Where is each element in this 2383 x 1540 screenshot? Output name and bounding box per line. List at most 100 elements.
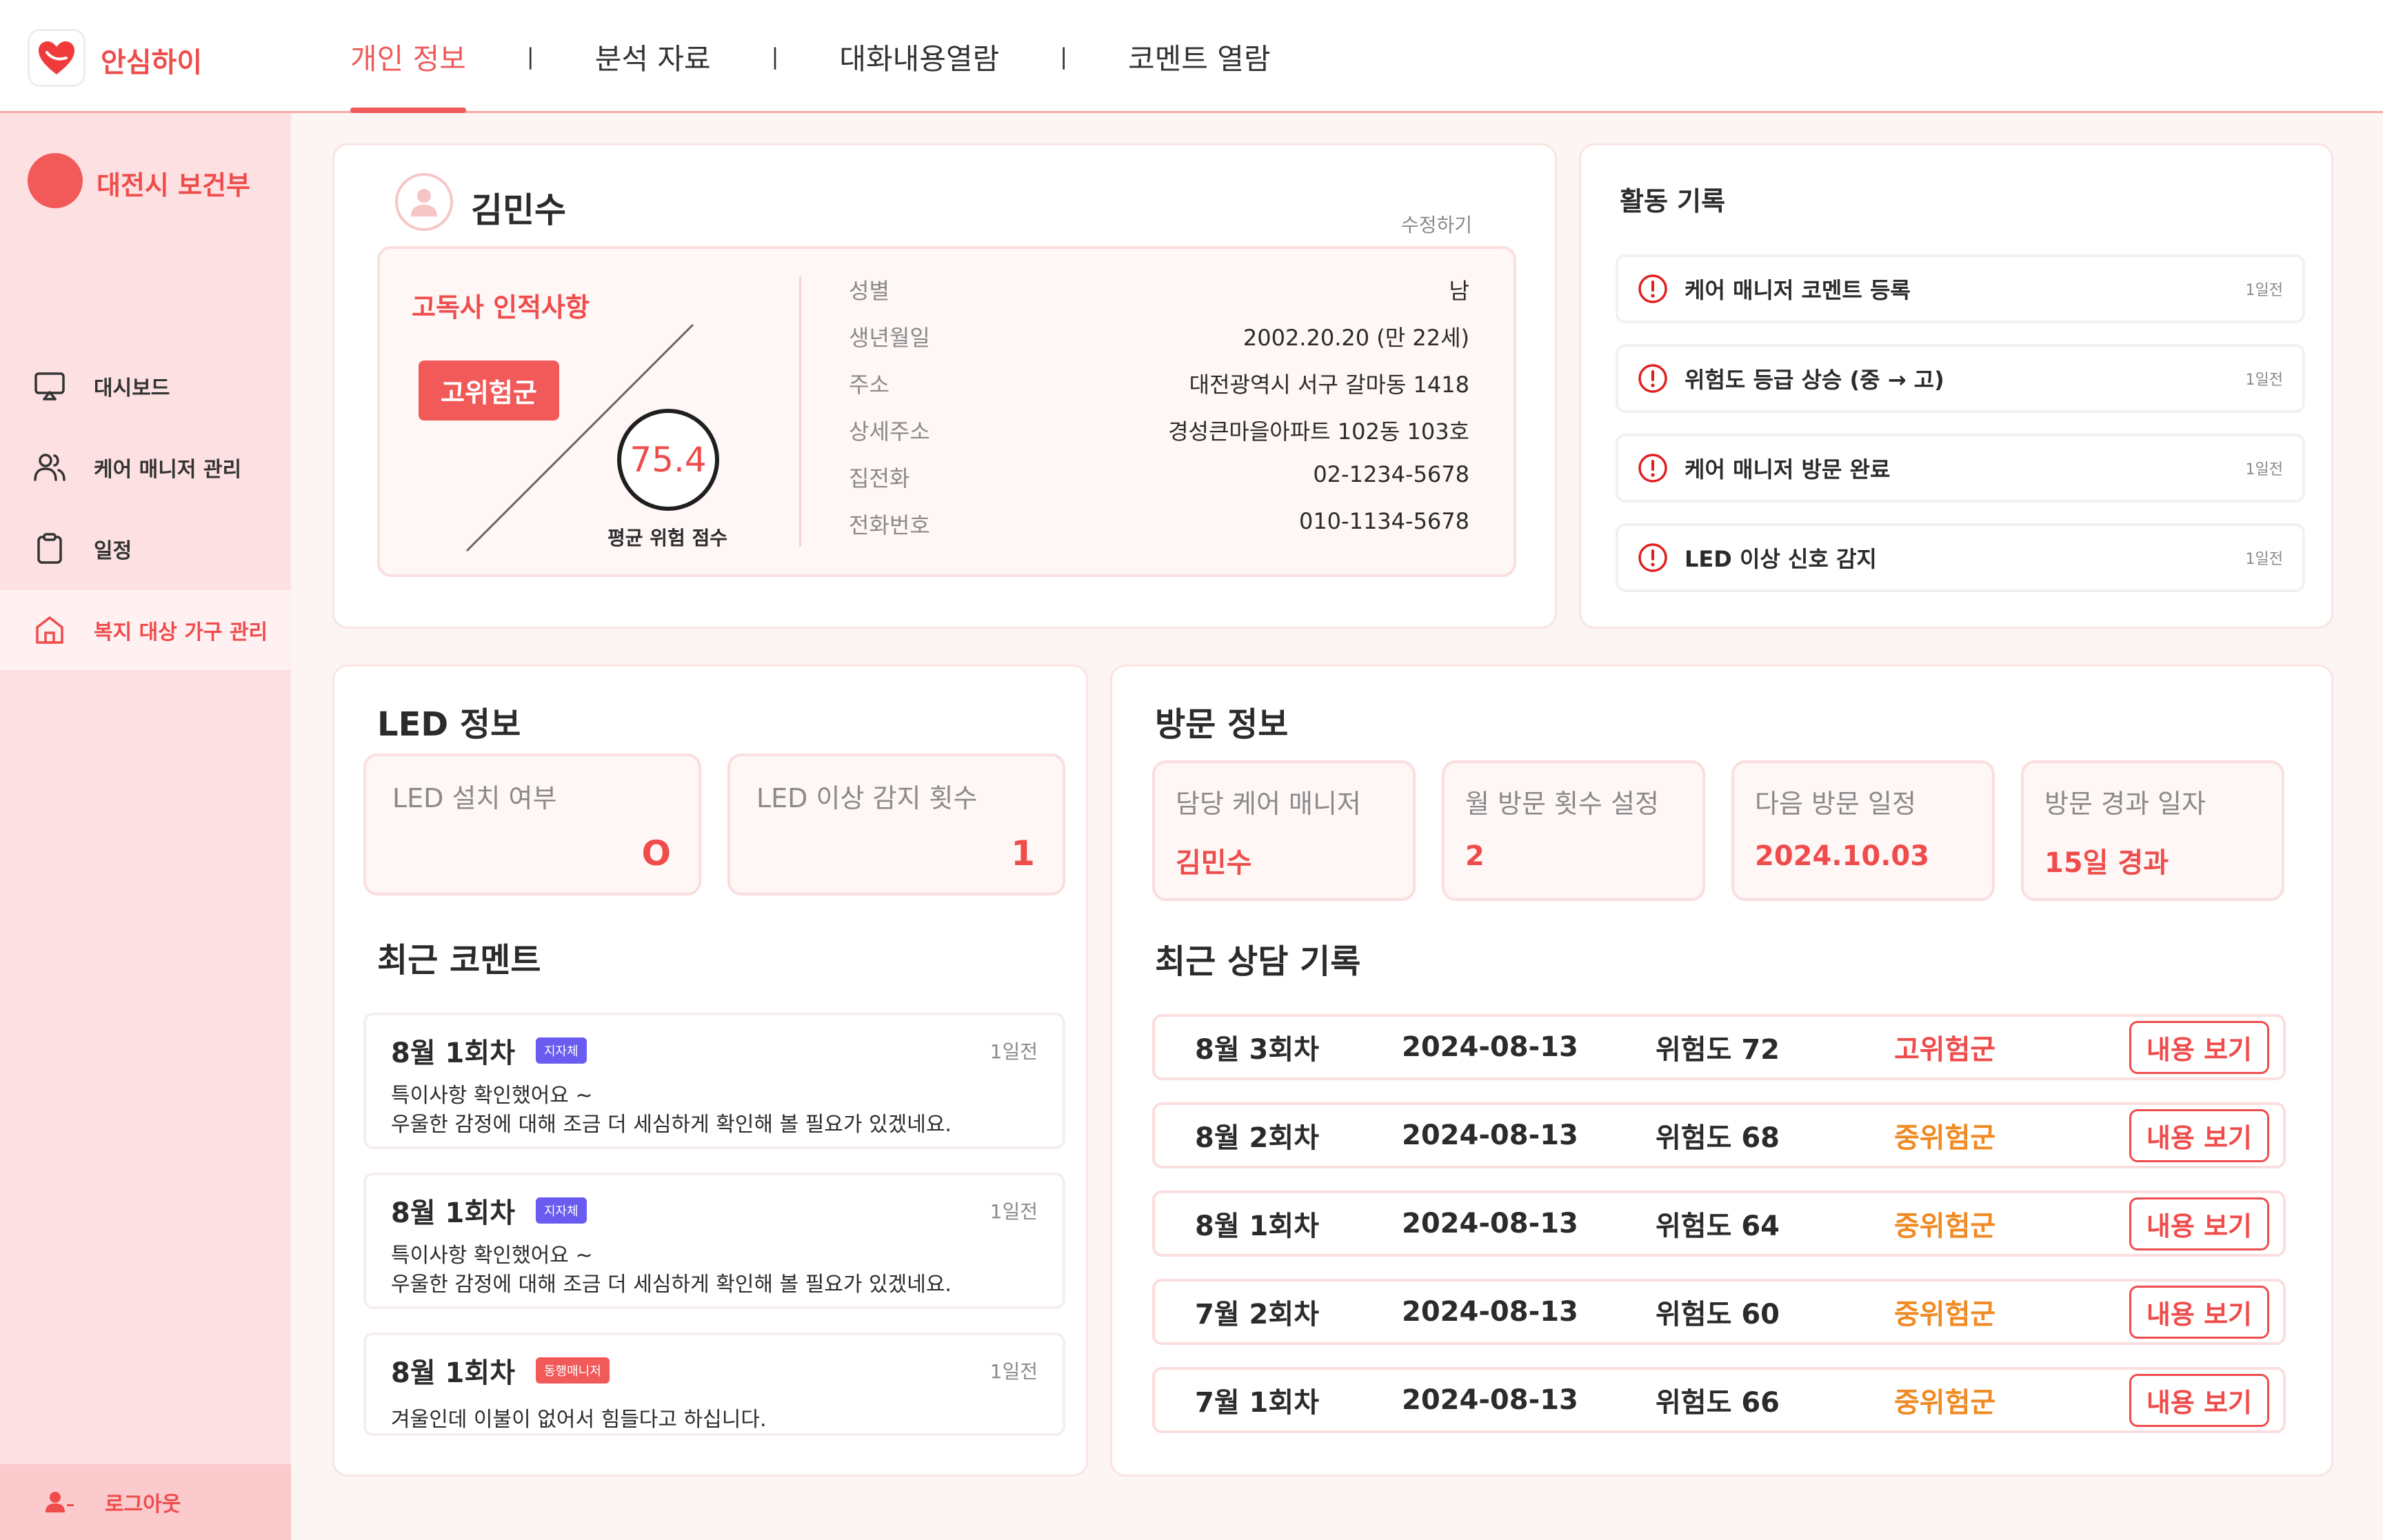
led-install-value: O: [641, 833, 671, 873]
consult-level: 중위험군: [1894, 1210, 1996, 1242]
field-value: 경성큰마을아파트 102동 103호: [1168, 418, 1469, 445]
sidebar-item-schedule[interactable]: 일정: [0, 509, 291, 589]
visit-box-value: 김민수: [1176, 847, 1252, 879]
tab-separator: |: [526, 43, 534, 70]
comments-title: 최근 코멘트: [377, 941, 541, 980]
consult-title: 최근 상담 기록: [1155, 942, 1361, 981]
alert-icon: [1638, 543, 1668, 573]
consult-date: 2024-08-13: [1402, 1119, 1578, 1151]
consult-risk: 위험도 60: [1656, 1299, 1780, 1330]
monitor-icon: [33, 369, 66, 403]
activity-time: 1일전: [2245, 551, 2283, 568]
edit-link[interactable]: 수정하기: [1401, 210, 1472, 238]
comment-time: 1일전: [989, 1040, 1038, 1063]
activity-text: 케어 매니저 코멘트 등록: [1685, 277, 1911, 303]
field-label: 성별: [849, 278, 889, 304]
visit-box-label: 담당 케어 매니저: [1176, 789, 1361, 819]
comment-line: 특이사항 확인했어요 ~: [391, 1084, 593, 1108]
consult-risk: 위험도 66: [1656, 1387, 1780, 1419]
users-icon: [33, 451, 66, 484]
clipboard-icon: [33, 532, 66, 565]
comment-time: 1일전: [989, 1200, 1038, 1223]
field-row: 생년월일 2002.20.20 (만 22세): [849, 321, 1469, 367]
visit-box-value: 2024.10.03: [1755, 840, 1930, 872]
field-value: 남: [1449, 278, 1469, 304]
view-content-button[interactable]: 내용 보기: [2129, 1197, 2269, 1250]
visit-box-value: 15일 경과: [2044, 847, 2169, 879]
comment-line: 우울한 감정에 대해 조금 더 세심하게 확인해 볼 필요가 있겠네요.: [391, 1113, 952, 1137]
consult-risk: 위험도 72: [1656, 1034, 1780, 1066]
profile-detail-box: 고독사 인적사항 고위험군 75.4 평균 위험 점수 성별 남 생년월일 2002…: [377, 246, 1516, 577]
consult-date: 2024-08-13: [1402, 1208, 1578, 1239]
field-value: 02-1234-5678: [1313, 461, 1469, 487]
profile-card: 김민수 수정하기 고독사 인적사항 고위험군 75.4 평균 위험 점수 성별 남…: [332, 143, 1557, 629]
summary-title: 고독사 인적사항: [412, 292, 590, 323]
logout-label: 로그아웃: [105, 1492, 181, 1517]
consult-level: 고위험군: [1894, 1034, 1996, 1066]
view-content-button[interactable]: 내용 보기: [2129, 1285, 2269, 1339]
risk-score-circle: 75.4: [617, 409, 719, 511]
field-label: 상세주소: [849, 418, 930, 445]
comment-line: 특이사항 확인했어요 ~: [391, 1244, 593, 1268]
logout-button[interactable]: 로그아웃: [0, 1464, 291, 1540]
app-logo[interactable]: [28, 29, 86, 87]
consult-date: 2024-08-13: [1402, 1296, 1578, 1328]
field-row: 주소 대전광역시 서구 갈마동 1418: [849, 367, 1469, 414]
activity-time: 1일전: [2245, 372, 2283, 389]
comment-item[interactable]: 8월 1회차 지자체 1일전 특이사항 확인했어요 ~ 우울한 감정에 대해 조…: [363, 1173, 1065, 1309]
alert-icon: [1638, 363, 1668, 394]
consult-date: 2024-08-13: [1402, 1031, 1578, 1063]
visit-box-label: 월 방문 횟수 설정: [1465, 789, 1659, 819]
comment-badge: 지자체: [536, 1197, 587, 1224]
user-minus-icon: [44, 1490, 74, 1514]
activity-card: 활동 기록 케어 매니저 코멘트 등록 1일전 위험도 등급 상승 (중 → 고…: [1579, 143, 2333, 629]
sidebar-item-label: 케어 매니저 관리: [94, 458, 242, 482]
consult-row: 7월 2회차 2024-08-13 위험도 60 중위험군 내용 보기: [1152, 1279, 2286, 1345]
consult-round: 7월 2회차: [1195, 1299, 1319, 1330]
tab-comments[interactable]: 코멘트 열람: [1128, 0, 1271, 113]
tab-conversation[interactable]: 대화내용열람: [839, 0, 999, 113]
comment-badge: 지자체: [536, 1037, 587, 1064]
consult-round: 8월 1회차: [1195, 1210, 1319, 1242]
visit-box-next-date: 다음 방문 일정 2024.10.03: [1731, 760, 1995, 901]
comment-round: 8월 1회차: [391, 1357, 515, 1389]
view-content-button[interactable]: 내용 보기: [2129, 1108, 2269, 1162]
consult-level: 중위험군: [1894, 1387, 1996, 1419]
org-avatar: [28, 153, 83, 208]
consult-round: 8월 2회차: [1195, 1122, 1319, 1154]
main-tabs: 개인 정보 | 분석 자료 | 대화내용열람 | 코멘트 열람: [350, 0, 1271, 113]
led-abnormal-box: LED 이상 감지 횟수 1: [727, 753, 1065, 895]
activity-item[interactable]: LED 이상 신호 감지 1일전: [1616, 523, 2305, 592]
consult-risk: 위험도 68: [1656, 1122, 1780, 1154]
view-content-button[interactable]: 내용 보기: [2129, 1373, 2269, 1427]
activity-text: LED 이상 신호 감지: [1685, 546, 1877, 572]
activity-text: 케어 매니저 방문 완료: [1685, 456, 1891, 483]
activity-list: 케어 매니저 코멘트 등록 1일전 위험도 등급 상승 (중 → 고) 1일전 …: [1616, 254, 2305, 592]
view-content-button[interactable]: 내용 보기: [2129, 1020, 2269, 1074]
visit-box-value: 2: [1465, 840, 1485, 872]
field-value: 010-1134-5678: [1298, 508, 1469, 534]
comment-item[interactable]: 8월 1회차 지자체 1일전 특이사항 확인했어요 ~ 우울한 감정에 대해 조…: [363, 1013, 1065, 1149]
field-label: 생년월일: [849, 325, 930, 351]
sidebar-item-care-managers[interactable]: 케어 매니저 관리: [0, 427, 291, 507]
consult-row: 8월 2회차 2024-08-13 위험도 68 중위험군 내용 보기: [1152, 1102, 2286, 1168]
user-avatar-icon: [395, 173, 453, 231]
app-name: 안심하이: [101, 47, 203, 79]
activity-item[interactable]: 케어 매니저 코멘트 등록 1일전: [1616, 254, 2305, 323]
field-row: 상세주소 경성큰마을아파트 102동 103호: [849, 414, 1469, 461]
activity-item[interactable]: 위험도 등급 상승 (중 → 고) 1일전: [1616, 344, 2305, 413]
visit-box-label: 다음 방문 일정: [1755, 789, 1916, 819]
activity-item[interactable]: 케어 매니저 방문 완료 1일전: [1616, 434, 2305, 503]
tab-personal-info[interactable]: 개인 정보: [350, 0, 466, 113]
sidebar-item-dashboard[interactable]: 대시보드: [0, 346, 291, 426]
tab-analysis[interactable]: 분석 자료: [595, 0, 711, 113]
consult-date: 2024-08-13: [1402, 1384, 1578, 1416]
org-name: 대전시 보건부: [97, 170, 250, 201]
comment-round: 8월 1회차: [391, 1197, 515, 1229]
sidebar-item-welfare-households[interactable]: 복지 대상 가구 관리: [0, 590, 291, 670]
consult-round: 8월 3회차: [1195, 1034, 1319, 1066]
consult-table: 8월 3회차 2024-08-13 위험도 72 고위험군 내용 보기 8월 2…: [1152, 1014, 2286, 1433]
comment-item[interactable]: 8월 1회차 동행매니저 1일전 겨울인데 이불이 없어서 힘들다고 하십니다.: [363, 1333, 1065, 1436]
activity-time: 1일전: [2245, 461, 2283, 478]
consult-row: 8월 1회차 2024-08-13 위험도 64 중위험군 내용 보기: [1152, 1191, 2286, 1257]
